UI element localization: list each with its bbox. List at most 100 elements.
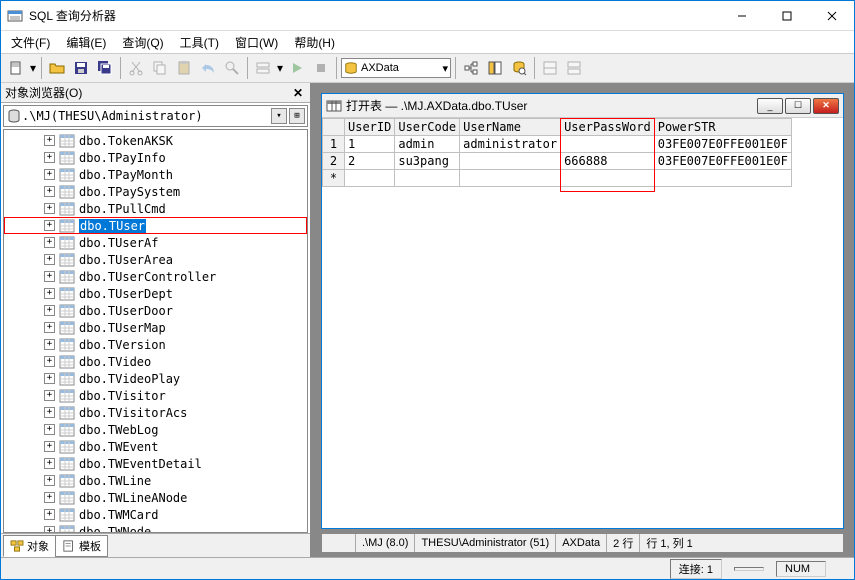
tree-item[interactable]: +dbo.TUserArea <box>4 251 307 268</box>
new-query-dropdown[interactable]: ▾ <box>29 61 37 75</box>
data-grid[interactable]: UserIDUserCodeUserNameUserPassWordPowerS… <box>322 118 792 187</box>
tree-item[interactable]: +dbo.TWLine <box>4 472 307 489</box>
database-combo[interactable]: AXData ▾ <box>341 58 451 78</box>
expand-icon[interactable]: + <box>44 186 55 197</box>
grid-cell[interactable]: 03FE007E0FFE001E0F <box>654 136 791 153</box>
grid-cell[interactable]: su3pang <box>395 153 460 170</box>
object-browser-toggle[interactable] <box>484 57 506 79</box>
tab-objects[interactable]: 对象 <box>3 535 56 557</box>
expand-icon[interactable]: + <box>44 220 55 231</box>
tree-item[interactable]: +dbo.TUserDoor <box>4 302 307 319</box>
execute-button[interactable] <box>286 57 308 79</box>
grid-row-header[interactable]: 2 <box>323 153 345 170</box>
tree-item[interactable]: +dbo.TUserDept <box>4 285 307 302</box>
expand-icon[interactable]: + <box>44 203 55 214</box>
expand-icon[interactable]: + <box>44 441 55 452</box>
tree-item[interactable]: +dbo.TUser <box>4 217 307 234</box>
tree-item[interactable]: +dbo.TWMCard <box>4 506 307 523</box>
grid-cell[interactable] <box>654 170 791 187</box>
menu-edit[interactable]: 编辑(E) <box>60 32 112 53</box>
tree-item[interactable]: +dbo.TWLineANode <box>4 489 307 506</box>
close-button[interactable] <box>809 1 854 30</box>
execute-mode-button[interactable] <box>252 57 274 79</box>
maximize-button[interactable] <box>764 1 809 30</box>
expand-icon[interactable]: + <box>44 254 55 265</box>
expand-icon[interactable]: + <box>44 373 55 384</box>
server-combo-refresh[interactable]: ⊞ <box>289 108 305 124</box>
tree-item[interactable]: +dbo.TWEventDetail <box>4 455 307 472</box>
undo-button[interactable] <box>197 57 219 79</box>
expand-icon[interactable]: + <box>44 509 55 520</box>
menu-file[interactable]: 文件(F) <box>5 32 56 53</box>
execute-mode-dropdown[interactable]: ▾ <box>276 61 284 75</box>
menu-window[interactable]: 窗口(W) <box>229 32 284 53</box>
expand-icon[interactable]: + <box>44 458 55 469</box>
tree-item[interactable]: +dbo.TPullCmd <box>4 200 307 217</box>
grid-cell[interactable]: 1 <box>345 136 395 153</box>
tree-item[interactable]: +dbo.TokenAKSK <box>4 132 307 149</box>
tree-item[interactable]: +dbo.TVisitorAcs <box>4 404 307 421</box>
tree-item[interactable]: +dbo.TUserMap <box>4 319 307 336</box>
grid-cell[interactable]: admin <box>395 136 460 153</box>
mdi-close[interactable]: ✕ <box>813 98 839 114</box>
tree-item[interactable]: +dbo.TPayMonth <box>4 166 307 183</box>
tree-item[interactable]: +dbo.TVideoPlay <box>4 370 307 387</box>
object-tree[interactable]: +dbo.TokenAKSK+dbo.TPayInfo+dbo.TPayMont… <box>3 129 308 533</box>
grid-cell[interactable]: administrator <box>460 136 561 153</box>
tree-item[interactable]: +dbo.TVisitor <box>4 387 307 404</box>
grid-col-header[interactable]: UserID <box>345 119 395 136</box>
expand-icon[interactable]: + <box>44 475 55 486</box>
expand-icon[interactable]: + <box>44 169 55 180</box>
grid-col-header[interactable]: UserName <box>460 119 561 136</box>
tree-item[interactable]: +dbo.TVersion <box>4 336 307 353</box>
expand-icon[interactable]: + <box>44 339 55 350</box>
grid-cell[interactable]: 666888 <box>561 153 655 170</box>
stop-button[interactable] <box>310 57 332 79</box>
grid-cell[interactable] <box>395 170 460 187</box>
save-all-button[interactable] <box>94 57 116 79</box>
tree-item[interactable]: +dbo.TUserController <box>4 268 307 285</box>
menu-query[interactable]: 查询(Q) <box>116 32 169 53</box>
tree-item[interactable]: +dbo.TPaySystem <box>4 183 307 200</box>
estimated-plan-button[interactable] <box>460 57 482 79</box>
expand-icon[interactable]: + <box>44 322 55 333</box>
open-button[interactable] <box>46 57 68 79</box>
expand-icon[interactable]: + <box>44 152 55 163</box>
menu-tools[interactable]: 工具(T) <box>174 32 225 53</box>
server-combo-dropdown[interactable]: ▾ <box>271 108 287 124</box>
expand-icon[interactable]: + <box>44 526 55 533</box>
grid-cell[interactable] <box>561 136 655 153</box>
find-button[interactable] <box>221 57 243 79</box>
object-search-button[interactable] <box>508 57 530 79</box>
show-results-button[interactable] <box>563 57 585 79</box>
mdi-maximize[interactable]: ☐ <box>785 98 811 114</box>
new-query-button[interactable] <box>5 57 27 79</box>
expand-icon[interactable]: + <box>44 237 55 248</box>
paste-button[interactable] <box>173 57 195 79</box>
copy-button[interactable] <box>149 57 171 79</box>
grid-col-header[interactable]: UserCode <box>395 119 460 136</box>
tree-item[interactable]: +dbo.TVideo <box>4 353 307 370</box>
expand-icon[interactable]: + <box>44 390 55 401</box>
tree-item[interactable]: +dbo.TWNode <box>4 523 307 533</box>
grid-cell[interactable] <box>460 170 561 187</box>
grid-cell[interactable]: 2 <box>345 153 395 170</box>
object-browser-close[interactable]: ✕ <box>290 86 306 100</box>
minimize-button[interactable] <box>719 1 764 30</box>
menu-help[interactable]: 帮助(H) <box>288 32 341 53</box>
grid-col-header[interactable]: UserPassWord <box>561 119 655 136</box>
grid-scroll[interactable]: UserIDUserCodeUserNameUserPassWordPowerS… <box>322 118 843 528</box>
grid-cell[interactable] <box>345 170 395 187</box>
expand-icon[interactable]: + <box>44 424 55 435</box>
grid-col-header[interactable]: PowerSTR <box>654 119 791 136</box>
save-button[interactable] <box>70 57 92 79</box>
grid-row-header[interactable]: 1 <box>323 136 345 153</box>
tree-item[interactable]: +dbo.TUserAf <box>4 234 307 251</box>
grid-cell[interactable] <box>561 170 655 187</box>
expand-icon[interactable]: + <box>44 305 55 316</box>
expand-icon[interactable]: + <box>44 271 55 282</box>
tree-item[interactable]: +dbo.TPayInfo <box>4 149 307 166</box>
grid-cell[interactable] <box>460 153 561 170</box>
grid-new-row[interactable]: * <box>323 170 345 187</box>
server-combo[interactable]: .\MJ(THESU\Administrator) ▾ ⊞ <box>3 105 308 127</box>
